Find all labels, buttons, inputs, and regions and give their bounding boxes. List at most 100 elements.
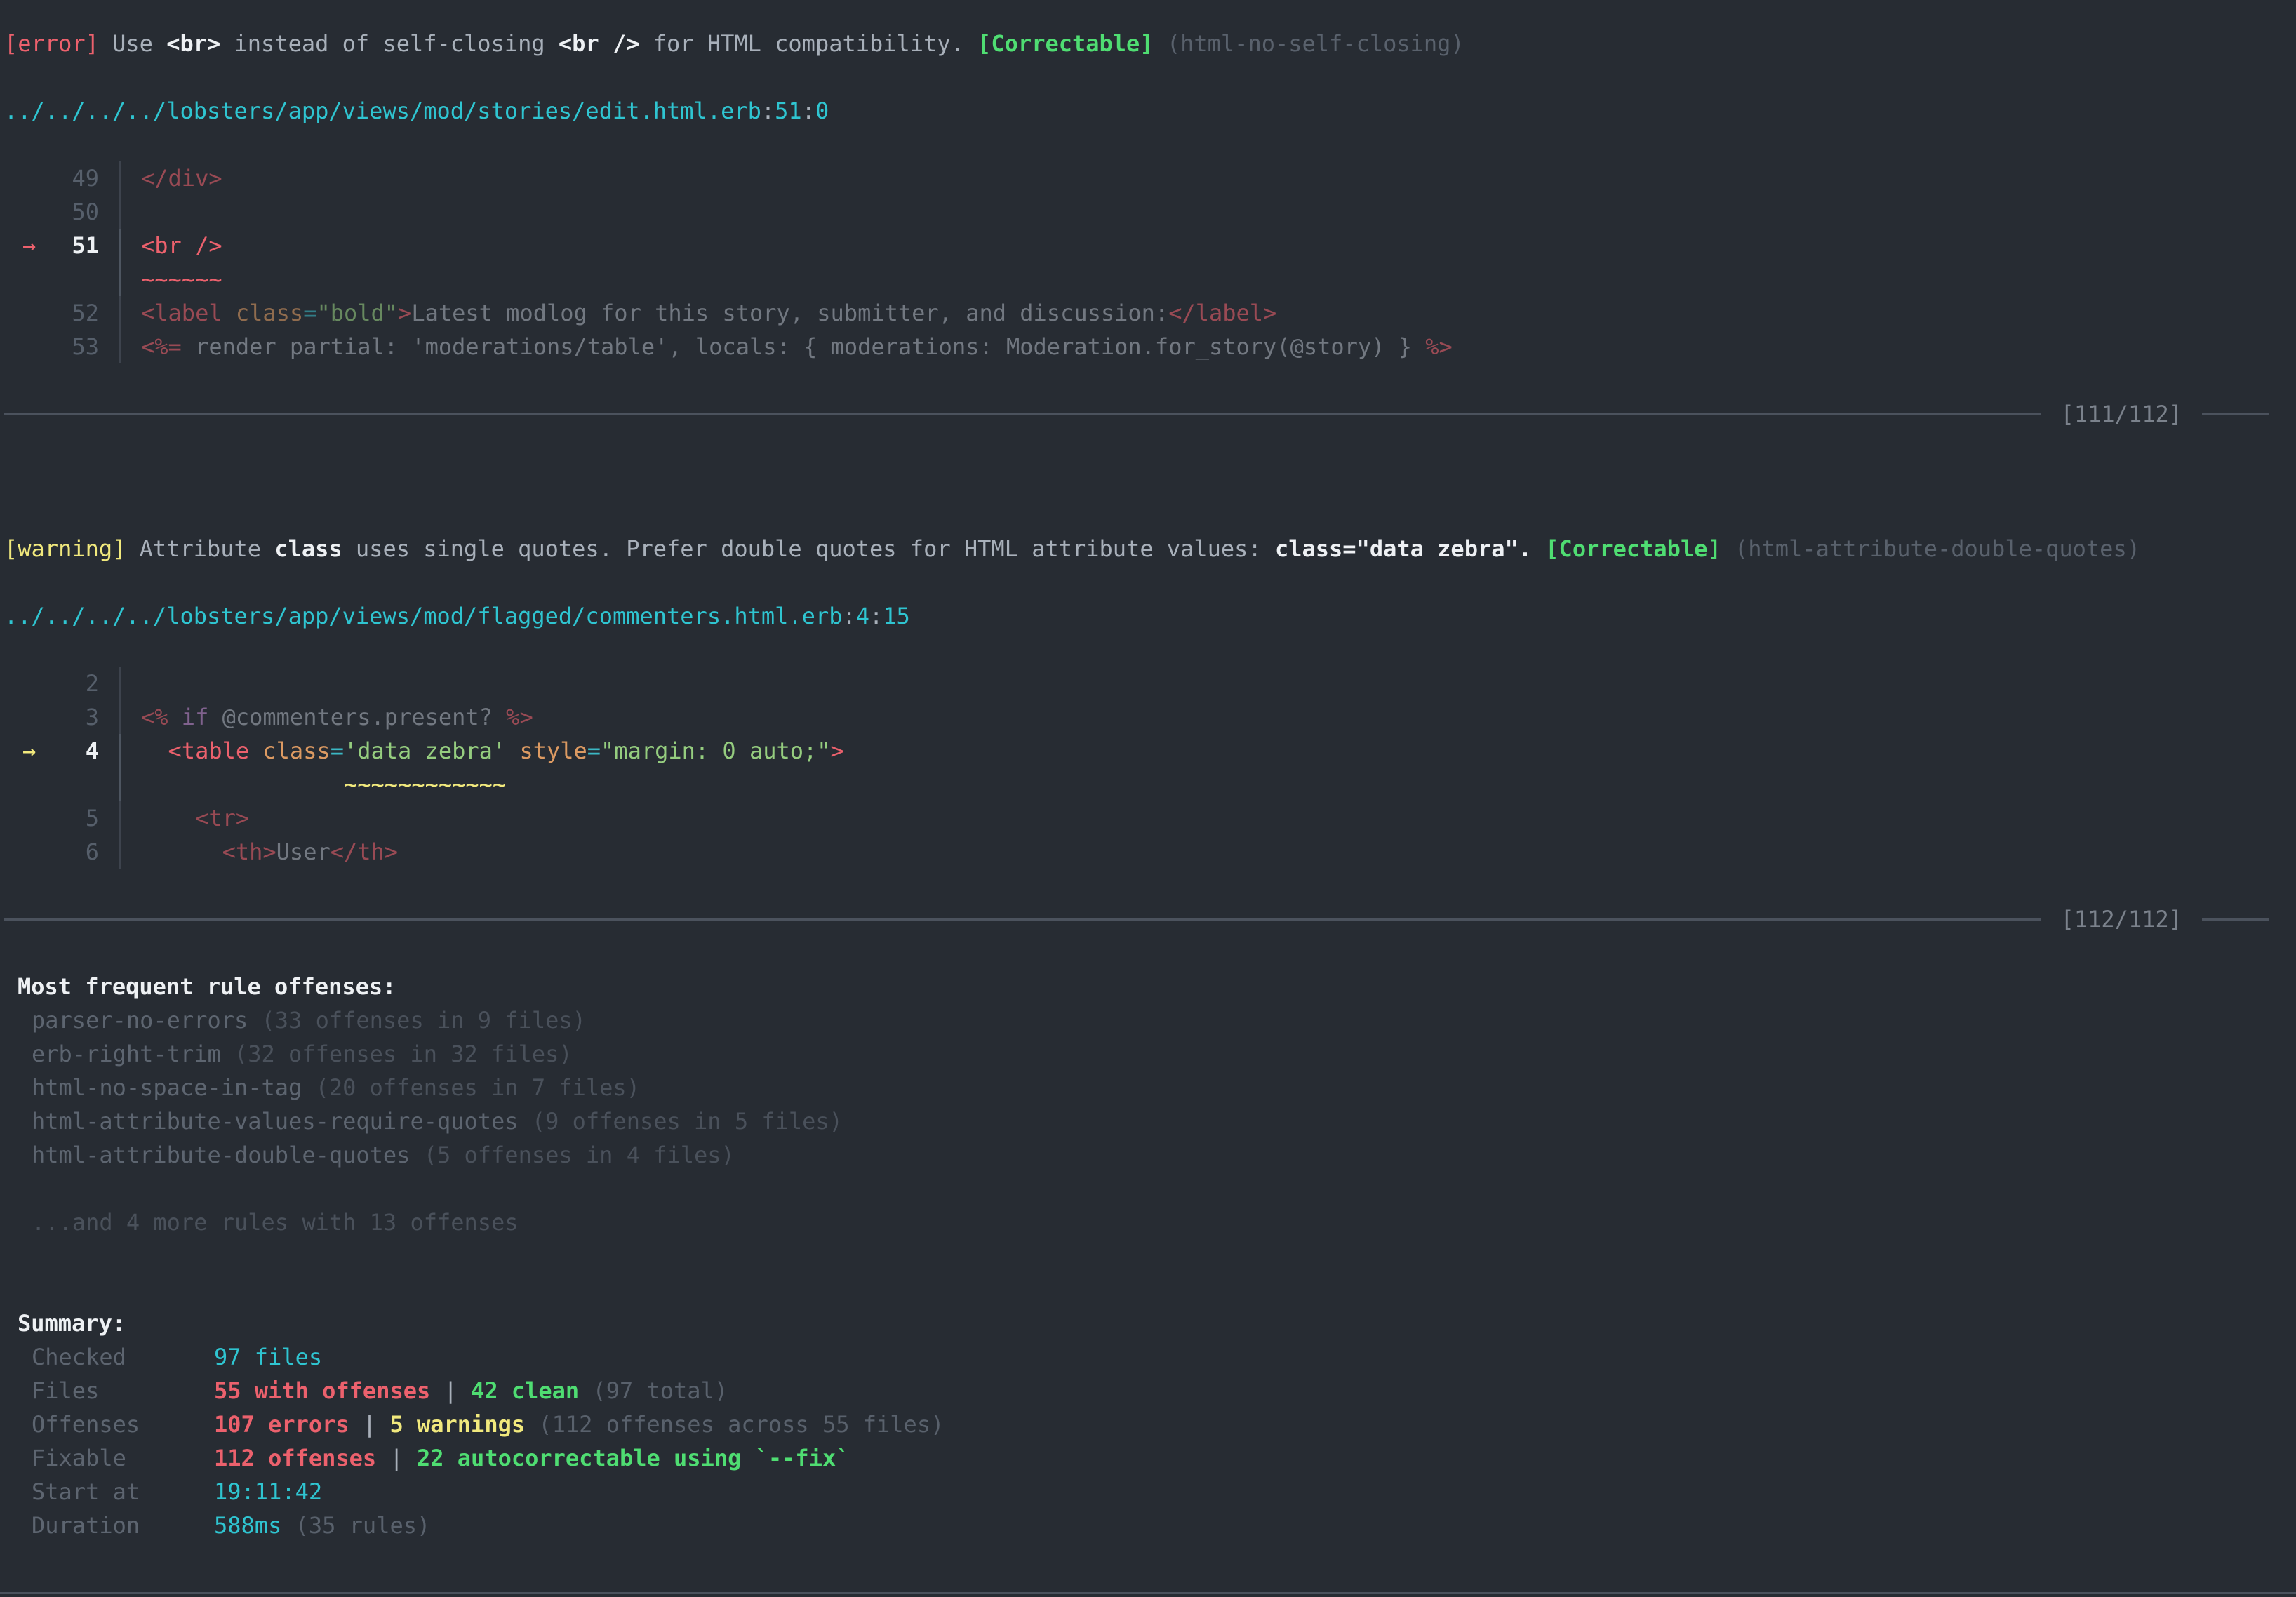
- code-gutter: 50: [4, 195, 99, 229]
- text-segment: ~~~~~~~~~~~~: [344, 771, 506, 798]
- text-segment: <br />: [141, 232, 222, 259]
- progress-counter: [112/112]: [2061, 906, 2182, 933]
- code-gutter: 52: [4, 296, 99, 330]
- code-content: ~~~~~~: [119, 262, 222, 296]
- text-segment: "bold": [316, 300, 398, 326]
- separator-line: [4, 413, 2041, 415]
- rule-item: html-attribute-values-require-quotes (9 …: [32, 1104, 2296, 1138]
- text-segment: [141, 838, 222, 865]
- line-number: 50: [51, 195, 99, 229]
- code-gutter: 6: [4, 835, 99, 869]
- summary-label: Files: [32, 1374, 214, 1408]
- summary-value: 19:11:42: [214, 1475, 322, 1509]
- code-snippet: 23<% if @commenters.present? %>→4 <table…: [4, 667, 2296, 869]
- text-segment: User: [276, 838, 331, 865]
- code-content: ~~~~~~~~~~~~: [119, 768, 506, 801]
- text-segment: >: [398, 300, 411, 326]
- text-segment: [error]: [4, 30, 99, 57]
- text-segment: 112 offenses: [214, 1445, 376, 1471]
- text-segment: >: [831, 737, 844, 764]
- text-segment: 22 autocorrectable using `--fix`: [417, 1445, 850, 1471]
- text-segment: ../../../../lobsters/app/views/mod/stori…: [4, 98, 761, 124]
- text-segment: uses single quotes. Prefer double quotes…: [342, 535, 1275, 562]
- text-segment: 19:11:42: [214, 1478, 322, 1505]
- current-line-arrow-icon: [4, 700, 51, 734]
- code-line: 49 </div>: [4, 161, 2296, 195]
- text-segment: [1154, 30, 1167, 57]
- summary-table: Checked97 filesFiles55 with offenses | 4…: [4, 1340, 2296, 1542]
- code-content: [119, 195, 141, 229]
- summary-heading: Summary:: [18, 1307, 2296, 1340]
- file-location: ../../../../lobsters/app/views/mod/stori…: [4, 94, 2296, 128]
- blank-line: [4, 465, 2296, 498]
- code-content: <th>User</th>: [119, 835, 398, 869]
- text-segment: |: [430, 1377, 471, 1404]
- text-segment: "margin: 0 auto;": [601, 737, 831, 764]
- current-line-arrow-icon: [4, 835, 51, 869]
- blank-line: [4, 363, 2296, 397]
- text-segment: [1721, 535, 1735, 562]
- text-segment: :: [802, 98, 815, 124]
- lint-terminal-output: [error] Use <br> instead of self-closing…: [0, 27, 2296, 1542]
- text-segment: (35 rules): [295, 1512, 431, 1539]
- code-snippet: 49</div>50→51<br />~~~~~~52<label class=…: [4, 161, 2296, 363]
- text-segment: 0: [815, 98, 829, 124]
- text-segment: [Correctable]: [1545, 535, 1721, 562]
- rule-offense-count: (5 offenses in 4 files): [424, 1142, 735, 1168]
- text-segment: if: [182, 704, 209, 730]
- rule-offense-list: parser-no-errors (33 offenses in 9 files…: [4, 1003, 2296, 1172]
- current-line-arrow-icon: [4, 667, 51, 700]
- code-content: <table class='data zebra' style="margin:…: [119, 734, 844, 768]
- code-line: 53<%= render partial: 'moderations/table…: [4, 330, 2296, 363]
- text-segment: (html-attribute-double-quotes): [1735, 535, 2140, 562]
- summary-label: Checked: [32, 1340, 214, 1374]
- progress-counter: [111/112]: [2061, 401, 2182, 427]
- summary-value: 107 errors | 5 warnings (112 offenses ac…: [214, 1408, 944, 1441]
- current-line-arrow-icon: [4, 161, 51, 195]
- blank-line: [4, 498, 2296, 532]
- summary-label: Start at: [32, 1475, 214, 1509]
- separator-line: [2202, 413, 2269, 415]
- summary-row: Duration588ms (35 rules): [4, 1509, 2296, 1542]
- code-gutter: 49: [4, 161, 99, 195]
- text-segment: 'data zebra': [344, 737, 506, 764]
- rule-name: erb-right-trim: [32, 1041, 221, 1067]
- file-location: ../../../../lobsters/app/views/mod/flagg…: [4, 599, 2296, 633]
- blank-line: [4, 128, 2296, 161]
- code-content: <br />: [119, 229, 222, 262]
- text-segment: </div>: [141, 165, 222, 192]
- rule-item: html-attribute-double-quotes (5 offenses…: [32, 1138, 2296, 1172]
- code-gutter: →4: [4, 734, 99, 768]
- text-segment: (112 offenses across 55 files): [538, 1411, 944, 1438]
- blank-line: [4, 60, 2296, 94]
- line-number: 2: [51, 667, 99, 700]
- summary-value: 112 offenses | 22 autocorrectable using …: [214, 1441, 849, 1475]
- text-segment: 588ms: [214, 1512, 281, 1539]
- text-segment: <label: [141, 300, 222, 326]
- text-segment: <tr>: [195, 805, 249, 831]
- separator-line: [2202, 918, 2269, 921]
- bottom-separator-line: [0, 1592, 2296, 1597]
- text-segment: [222, 300, 236, 326]
- text-segment: <br />: [559, 30, 640, 57]
- text-segment: =: [303, 300, 316, 326]
- code-gutter: 2: [4, 667, 99, 700]
- summary-label: Duration: [32, 1509, 214, 1542]
- text-segment: </th>: [331, 838, 398, 865]
- rule-name: html-attribute-values-require-quotes: [32, 1108, 519, 1135]
- rule-name: html-no-space-in-tag: [32, 1074, 302, 1101]
- text-segment: |: [349, 1411, 390, 1438]
- squiggle-line: ~~~~~~~~~~~~: [4, 768, 2296, 801]
- rule-offense-count: (33 offenses in 9 files): [262, 1007, 586, 1034]
- summary-row: Files55 with offenses | 42 clean (97 tot…: [4, 1374, 2296, 1408]
- rule-name: parser-no-errors: [32, 1007, 248, 1034]
- summary-value: 97 files: [214, 1340, 322, 1374]
- code-content: <tr>: [119, 801, 249, 835]
- code-content: <% if @commenters.present? %>: [119, 700, 533, 734]
- line-number: 49: [51, 161, 99, 195]
- text-segment: class: [236, 300, 303, 326]
- summary-row: Fixable112 offenses | 22 autocorrectable…: [4, 1441, 2296, 1475]
- rule-item: erb-right-trim (32 offenses in 32 files): [32, 1037, 2296, 1071]
- text-segment: [141, 771, 344, 798]
- separator-line: [4, 918, 2041, 921]
